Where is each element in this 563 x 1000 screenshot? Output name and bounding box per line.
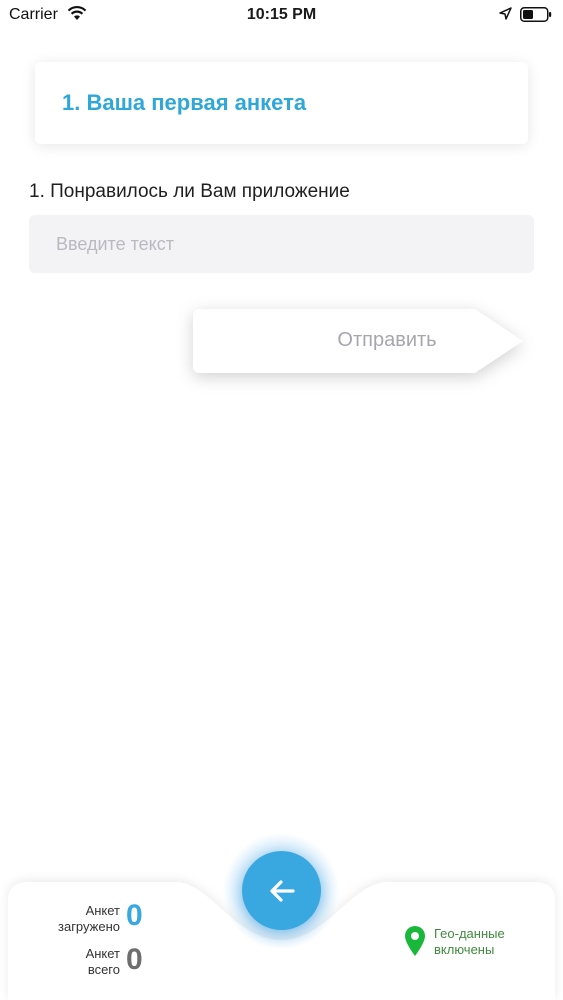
survey-title-card: 1. Ваша первая анкета [35,62,528,144]
survey-title: 1. Ваша первая анкета [62,90,307,115]
uploaded-count: 0 [126,899,143,932]
total-label: Анкет всего [40,946,120,978]
arrow-left-icon [269,879,295,902]
location-arrow-icon [499,7,512,20]
total-label-line2: всего [87,962,120,977]
total-count: 0 [126,943,143,976]
total-label-line1: Анкет [85,946,120,961]
status-bar: Carrier 10:15 PM [0,0,563,30]
submit-button[interactable]: Отправить [193,309,523,373]
answer-input[interactable] [29,215,534,273]
submit-button-label: Отправить [337,329,437,351]
geo-status-line1: Гео-данные [434,926,505,941]
map-pin-icon [405,926,425,956]
uploaded-label-line1: Анкет [85,903,120,918]
geo-status: Гео-данные включены [434,926,505,958]
geo-status-line2: включены [434,942,495,957]
uploaded-label-line2: загружено [58,919,120,934]
question-label: 1. Понравилось ли Вам приложение [29,181,350,202]
back-button[interactable] [242,851,321,930]
uploaded-label: Анкет загружено [40,903,120,935]
battery-icon [520,7,552,22]
clock: 10:15 PM [246,6,317,23]
